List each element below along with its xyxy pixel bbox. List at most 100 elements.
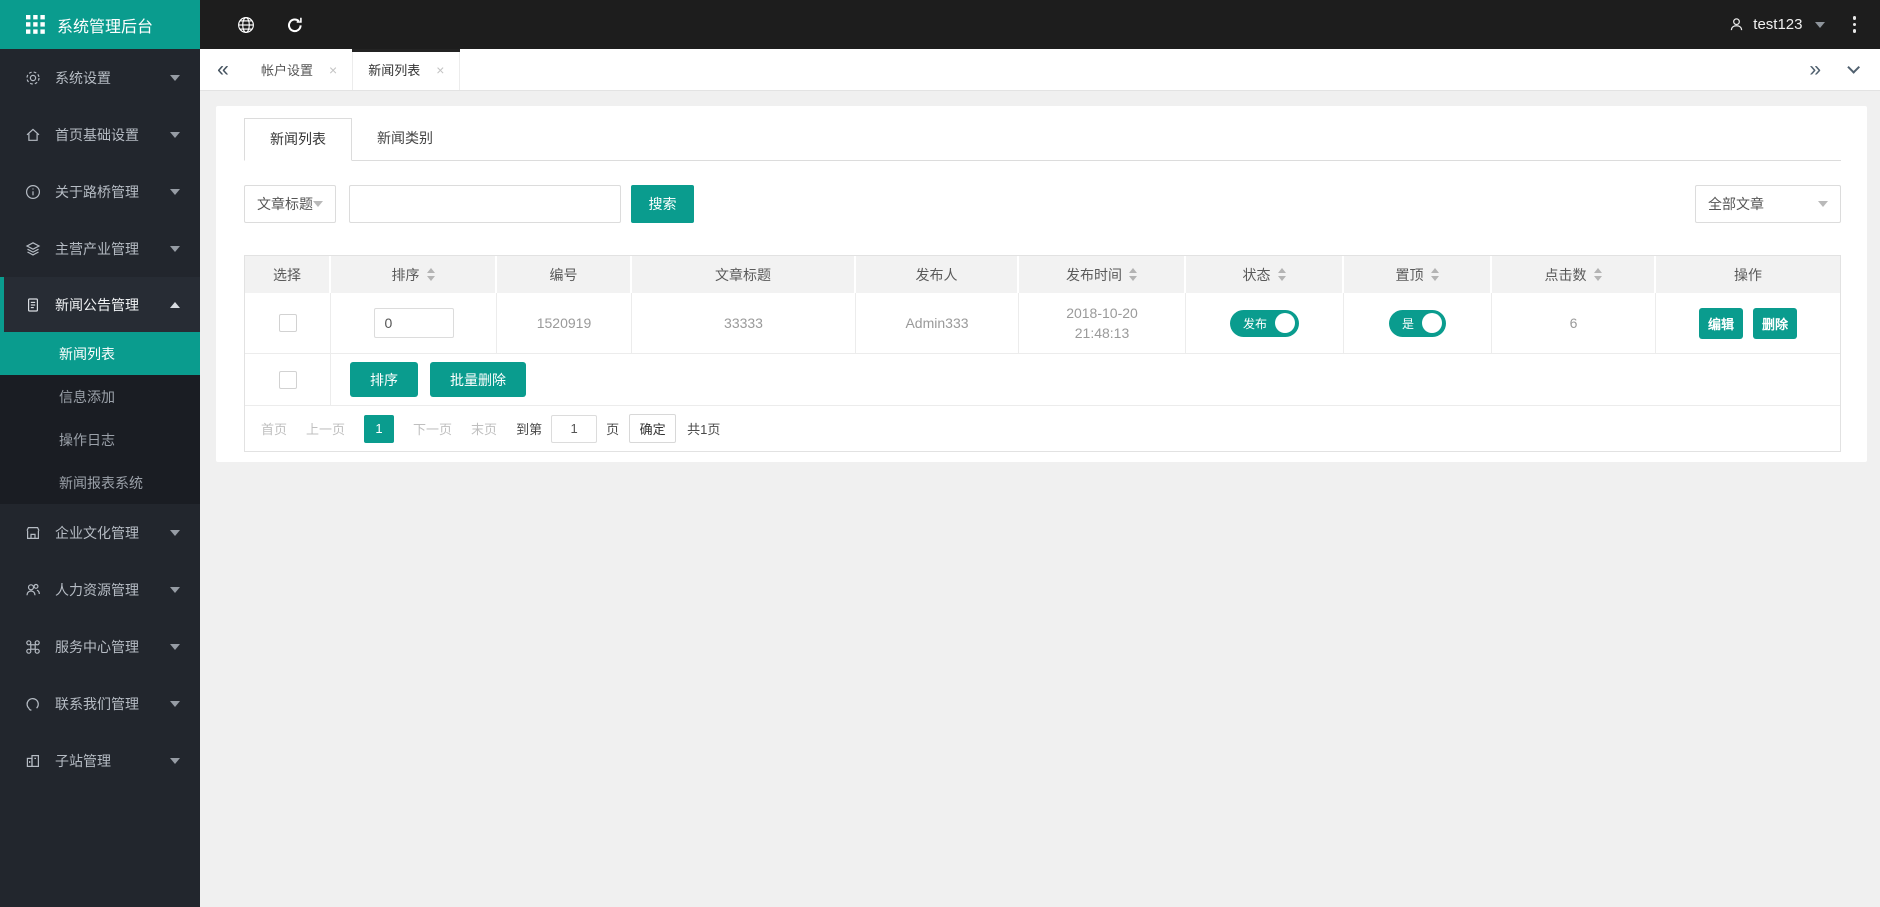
bulk-sort-button[interactable]: 排序 <box>350 362 418 397</box>
tab-label: 帐户设置 <box>261 63 314 78</box>
headset-icon <box>26 697 39 711</box>
content-area: 新闻列表 新闻类别 文章标题 搜索 全部文章 选择 排序 编号 文章标题 发布人… <box>200 91 1880 907</box>
status-toggle[interactable]: 发布 <box>1229 309 1299 337</box>
panel-tab-news-list[interactable]: 新闻列表 <box>244 118 352 161</box>
publish-date: 2018-10-20 <box>1066 305 1138 321</box>
article-filter-select[interactable]: 全部文章 <box>1695 185 1841 223</box>
sidebar-item-contact[interactable]: 联系我们管理 <box>0 675 200 732</box>
sidebar-item-service-center[interactable]: 服务中心管理 <box>0 618 200 675</box>
goto-confirm-button[interactable]: 确定 <box>629 414 677 443</box>
buildings-icon <box>26 754 40 767</box>
sidebar-item-industry[interactable]: 主营产业管理 <box>0 220 200 277</box>
cell-status: 发布 <box>1186 293 1344 353</box>
panel-tab-label: 新闻类别 <box>377 130 433 146</box>
chevron-down-icon <box>170 586 180 593</box>
col-header-clicks[interactable]: 点击数 <box>1492 256 1656 293</box>
sidebar-subitem-info-add[interactable]: 信息添加 <box>0 375 200 418</box>
sidebar-subitem-news-report[interactable]: 新闻报表系统 <box>0 461 200 504</box>
tab-label: 新闻列表 <box>368 63 421 78</box>
delete-button[interactable]: 删除 <box>1753 307 1798 339</box>
sidebar-item-about[interactable]: 关于路桥管理 <box>0 163 200 220</box>
tab-list-dropdown-icon[interactable] <box>1847 61 1860 74</box>
sidebar: 系统管理后台 系统设置 首页基础设置 关于路桥管理 主营产业管理 新闻公告管理 … <box>0 0 200 907</box>
chevron-down-icon <box>170 643 180 650</box>
sidebar-item-hr[interactable]: 人力资源管理 <box>0 561 200 618</box>
col-header-sort[interactable]: 排序 <box>331 256 497 293</box>
tab-news-list[interactable]: 新闻列表 × <box>352 49 461 90</box>
goto-page-input[interactable] <box>551 414 598 443</box>
cell-publish-time: 2018-10-20 21:48:13 <box>1019 293 1186 353</box>
page-prev-link[interactable]: 上一页 <box>306 419 345 438</box>
brand-title: 系统管理后台 <box>57 18 154 36</box>
page-next-link[interactable]: 下一页 <box>413 419 452 438</box>
cell-actions: 编辑 删除 <box>1656 293 1840 353</box>
sidebar-item-system-settings[interactable]: 系统设置 <box>0 49 200 106</box>
sort-arrows-icon[interactable] <box>1129 268 1137 281</box>
chevron-down-icon <box>1814 21 1825 28</box>
page-first-link[interactable]: 首页 <box>261 419 287 438</box>
search-field-select[interactable]: 文章标题 <box>244 185 336 223</box>
sort-arrows-icon[interactable] <box>426 268 435 281</box>
topbar-left-icons <box>236 15 304 35</box>
cell-select <box>245 293 331 353</box>
cell-publisher: Admin333 <box>856 293 1019 353</box>
select-all-checkbox[interactable] <box>278 370 297 389</box>
search-toolbar: 文章标题 搜索 全部文章 <box>244 185 1841 223</box>
table-header-row: 选择 排序 编号 文章标题 发布人 发布时间 状态 置顶 点击数 操作 <box>245 256 1840 293</box>
pinned-toggle[interactable]: 是 <box>1388 309 1446 337</box>
bulk-actions: 排序 批量删除 <box>331 354 1840 405</box>
col-header-publish-time[interactable]: 发布时间 <box>1019 256 1186 293</box>
scroll-tabs-left-icon[interactable]: « <box>200 49 246 90</box>
news-panel-card: 新闻列表 新闻类别 文章标题 搜索 全部文章 选择 排序 编号 文章标题 发布人… <box>216 106 1867 462</box>
row-sort-input[interactable] <box>373 308 454 338</box>
sidebar-subitem-news-list[interactable]: 新闻列表 <box>0 332 200 375</box>
sub-item-label: 信息添加 <box>59 388 115 405</box>
col-header-pinned[interactable]: 置顶 <box>1344 256 1492 293</box>
chevron-down-icon <box>170 188 180 195</box>
sort-arrows-icon[interactable] <box>1430 268 1439 281</box>
sub-item-label: 新闻列表 <box>59 345 115 362</box>
row-checkbox[interactable] <box>278 314 297 332</box>
col-header-select: 选择 <box>245 256 331 293</box>
search-input[interactable] <box>349 185 621 223</box>
sort-arrows-icon[interactable] <box>1593 268 1602 281</box>
sidebar-item-substation[interactable]: 子站管理 <box>0 732 200 789</box>
store-icon <box>26 526 40 539</box>
more-menu-icon[interactable] <box>1849 12 1861 37</box>
panel-tab-news-category[interactable]: 新闻类别 <box>352 118 458 160</box>
close-tab-icon[interactable]: × <box>329 62 337 78</box>
brand-header: 系统管理后台 <box>0 0 200 49</box>
refresh-icon[interactable] <box>286 16 304 34</box>
bulk-delete-button[interactable]: 批量删除 <box>430 362 526 397</box>
user-menu[interactable]: test123 <box>1728 16 1825 33</box>
command-icon <box>26 639 40 654</box>
bulk-actions-row: 排序 批量删除 <box>245 354 1840 406</box>
sort-arrows-icon[interactable] <box>1277 268 1286 281</box>
search-button[interactable]: 搜索 <box>631 185 694 223</box>
goto-suffix-label: 页 <box>606 422 620 437</box>
col-header-status[interactable]: 状态 <box>1186 256 1344 293</box>
panel-tabs: 新闻列表 新闻类别 <box>244 118 1841 161</box>
sidebar-subitem-operation-log[interactable]: 操作日志 <box>0 418 200 461</box>
sidebar-item-label: 子站管理 <box>55 752 111 769</box>
scroll-tabs-right-icon[interactable]: » <box>1809 58 1821 82</box>
sidebar-item-label: 联系我们管理 <box>55 695 139 712</box>
col-header-actions: 操作 <box>1734 266 1762 283</box>
status-toggle-label: 发布 <box>1242 316 1267 331</box>
page-current[interactable]: 1 <box>364 414 395 443</box>
sidebar-item-culture[interactable]: 企业文化管理 <box>0 504 200 561</box>
sidebar-item-home-basic[interactable]: 首页基础设置 <box>0 106 200 163</box>
edit-button[interactable]: 编辑 <box>1698 307 1743 339</box>
tabbar-spacer <box>460 49 1809 90</box>
tab-account-settings[interactable]: 帐户设置 × <box>246 49 354 90</box>
globe-icon[interactable] <box>236 15 256 35</box>
cell-clicks: 6 <box>1492 293 1656 353</box>
sidebar-nav: 系统设置 首页基础设置 关于路桥管理 主营产业管理 新闻公告管理 新闻列表 信息… <box>0 49 200 907</box>
sidebar-item-label: 系统设置 <box>55 69 111 86</box>
close-tab-icon[interactable]: × <box>436 62 444 78</box>
sidebar-item-news-management[interactable]: 新闻公告管理 <box>0 277 200 332</box>
page-last-link[interactable]: 末页 <box>471 419 497 438</box>
pinned-toggle-label: 是 <box>1401 316 1414 331</box>
toggle-knob <box>1275 313 1295 333</box>
home-icon <box>26 128 40 141</box>
